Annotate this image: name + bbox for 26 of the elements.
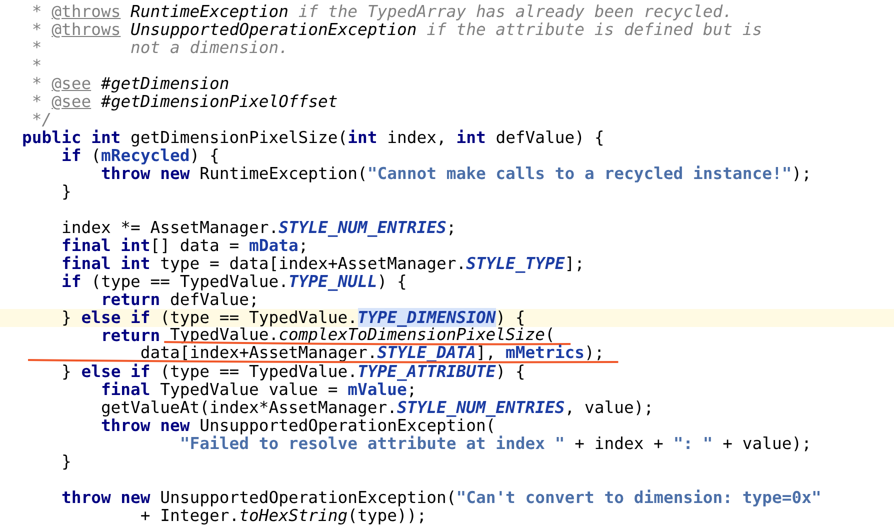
code-line: + Integer.toHexString(type)); bbox=[139, 507, 427, 525]
code-line: * bbox=[30, 57, 43, 75]
code-line: * not a dimension. bbox=[30, 39, 288, 57]
code-line: if (type == TypedValue.TYPE_NULL) { bbox=[60, 273, 407, 291]
code-line: final int type = data[index+AssetManager.STYLE_TYPE]; bbox=[60, 255, 586, 273]
code-line: return TypedValue.complexToDimensionPixelSize( bbox=[0, 327, 894, 345]
code-line: * @throws UnsupportedOperationException if the attribute is defined but is bbox=[30, 21, 764, 39]
code-line: throw new RuntimeException("Cannot make calls to a recycled instance!"); bbox=[100, 165, 812, 183]
code-line: return defValue; bbox=[100, 291, 259, 309]
code-line: if (mRecycled) { bbox=[61, 147, 220, 165]
code-line: "Failed to resolve attribute at index " + index + ": " + value); bbox=[178, 435, 812, 453]
code-line: final TypedValue value = mValue; bbox=[100, 381, 417, 399]
code-line: } bbox=[60, 183, 72, 201]
code-line: public int getDimensionPixelSize(int index, int defValue) { bbox=[21, 129, 606, 147]
code-line: * @see #getDimension bbox=[30, 75, 230, 93]
code-line: */ bbox=[30, 111, 53, 129]
code-line: throw new UnsupportedOperationException("Can't convert to dimension: type=0x" bbox=[60, 489, 822, 507]
code-line: throw new UnsupportedOperationException( bbox=[100, 417, 496, 435]
code-line: final int[] data = mData; bbox=[60, 237, 308, 255]
code-line: } else if (type == TypedValue.TYPE_ATTRIBUTE) { bbox=[60, 363, 526, 381]
code-line: getValueAt(index*AssetManager.STYLE_NUM_ENTRIES, value); bbox=[100, 399, 655, 417]
code-line: * @see #getDimensionPixelOffset bbox=[30, 93, 339, 111]
code-line: data[index+AssetManager.STYLE_DATA], mMetrics); bbox=[0, 345, 894, 363]
code-line: index *= AssetManager.STYLE_NUM_ENTRIES; bbox=[60, 219, 458, 237]
code-line: } bbox=[60, 453, 72, 471]
code-line: * @throws RuntimeException if the TypedArray has already been recycled. bbox=[30, 3, 734, 21]
